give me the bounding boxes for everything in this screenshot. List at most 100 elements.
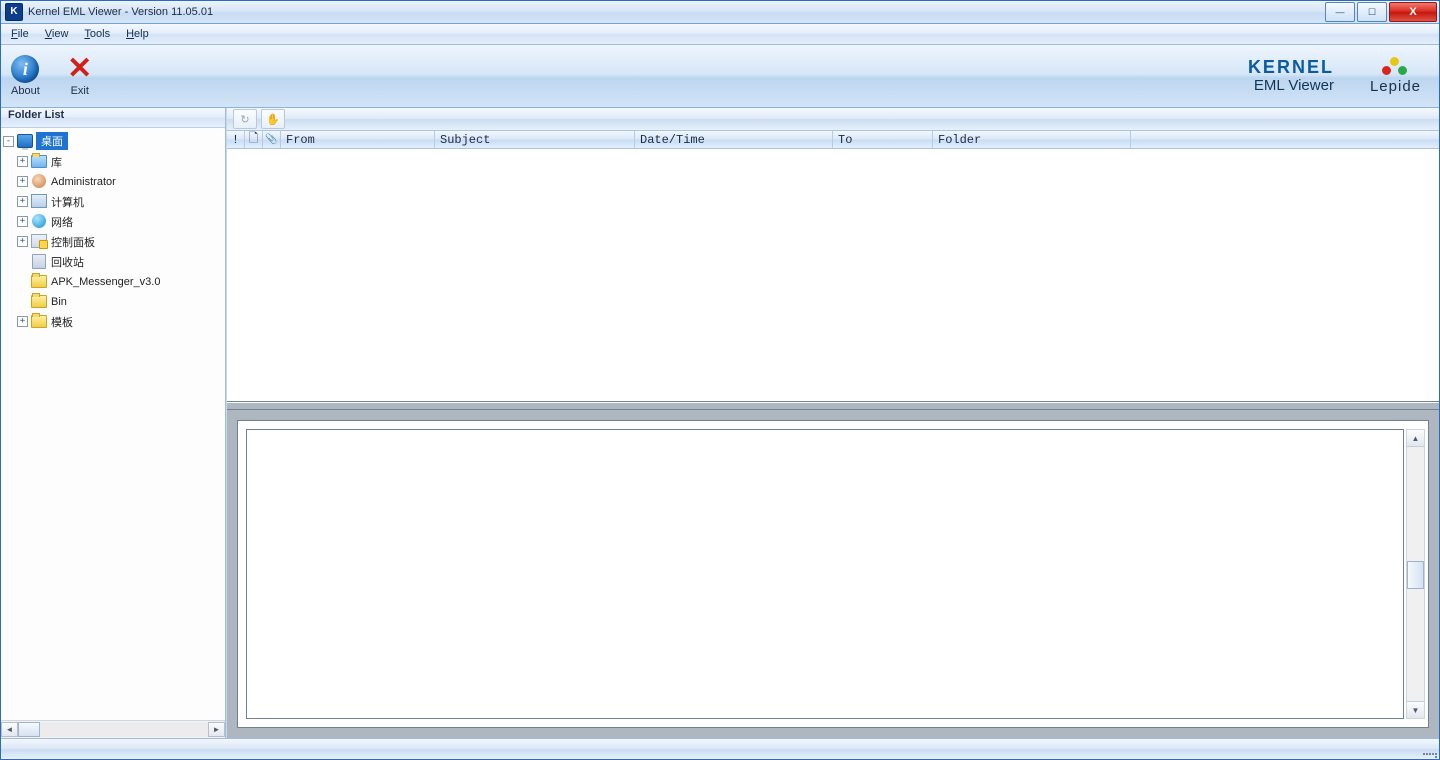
tree-item-label[interactable]: Bin xyxy=(50,295,70,308)
folder-tree[interactable]: - 桌面 + 库 + xyxy=(1,128,225,720)
tree-item: + 计算机 xyxy=(17,191,223,211)
app-window: K Kernel EML Viewer - Version 11.05.01 —… xyxy=(0,0,1440,760)
computer-icon xyxy=(31,193,47,209)
scroll-thumb[interactable] xyxy=(1407,561,1424,589)
folder-icon xyxy=(31,273,47,289)
tree-item: + 网络 xyxy=(17,211,223,231)
window-title: Kernel EML Viewer - Version 11.05.01 xyxy=(28,6,1325,18)
right-pane: ↻ ✋ ! 🗋 📎 From Subject Date/Time To Fold… xyxy=(226,108,1439,738)
minimize-button[interactable]: — xyxy=(1325,2,1355,22)
tree-item-label[interactable]: 库 xyxy=(50,153,65,170)
col-attachment[interactable]: 📎 xyxy=(263,131,281,148)
tree-item: + 库 xyxy=(17,151,223,171)
folder-icon xyxy=(31,293,47,309)
expander-icon[interactable]: + xyxy=(17,176,28,187)
menu-view[interactable]: View xyxy=(39,26,75,42)
expander-icon[interactable]: + xyxy=(17,196,28,207)
preview-pane: ▲ ▼ xyxy=(227,410,1439,738)
desktop-icon xyxy=(17,133,33,149)
brand-kernel-line2: EML Viewer xyxy=(1254,78,1334,95)
tree-item-label[interactable]: 模板 xyxy=(50,313,76,330)
page-icon: 🗋 xyxy=(249,129,259,150)
tree-item: + Bin xyxy=(17,291,223,311)
brand-kernel-line1: KERNEL xyxy=(1248,58,1334,78)
expander-icon: + xyxy=(17,276,28,287)
expander-icon[interactable]: + xyxy=(17,236,28,247)
tree-item: + 模板 xyxy=(17,311,223,331)
scroll-down-icon[interactable]: ▼ xyxy=(1407,701,1424,718)
sidebar-title: Folder List xyxy=(1,108,225,128)
about-button[interactable]: i About xyxy=(11,55,40,97)
info-icon: i xyxy=(11,55,39,83)
app-icon: K xyxy=(5,3,23,21)
tree-item: + APK_Messenger_v3.0 xyxy=(17,271,223,291)
brand-area: KERNEL EML Viewer Lepide xyxy=(1248,57,1429,95)
sidebar: Folder List - 桌面 + 库 xyxy=(1,108,226,738)
folder-icon xyxy=(31,153,47,169)
scroll-track[interactable] xyxy=(1407,447,1424,701)
expander-icon: + xyxy=(17,296,28,307)
menu-file[interactable]: File xyxy=(5,26,35,42)
tree-item: + 控制面板 xyxy=(17,231,223,251)
tree-item-label[interactable]: 回收站 xyxy=(50,253,87,270)
brand-lepide: Lepide xyxy=(1370,57,1421,95)
preview-vscrollbar[interactable]: ▲ ▼ xyxy=(1406,429,1425,719)
tree-item-label[interactable]: 计算机 xyxy=(50,193,87,210)
menu-tools[interactable]: Tools xyxy=(78,26,116,42)
col-page[interactable]: 🗋 xyxy=(245,131,263,148)
expander-icon[interactable]: + xyxy=(17,216,28,227)
status-bar xyxy=(1,738,1439,759)
scroll-up-icon[interactable]: ▲ xyxy=(1407,430,1424,447)
tree-item-label[interactable]: APK_Messenger_v3.0 xyxy=(50,275,163,288)
scroll-right-icon[interactable]: ► xyxy=(208,722,225,737)
tree-root: - 桌面 + 库 + xyxy=(3,131,223,331)
main-toolbar: i About ✕ Exit KERNEL EML Viewer Lepide xyxy=(1,45,1439,108)
col-folder[interactable]: Folder xyxy=(933,131,1131,148)
network-icon xyxy=(31,213,47,229)
window-buttons: — ☐ X xyxy=(1325,2,1437,22)
about-label: About xyxy=(11,85,40,97)
close-button[interactable]: X xyxy=(1389,2,1437,22)
tree-item: + 回收站 xyxy=(17,251,223,271)
content-area: Folder List - 桌面 + 库 xyxy=(1,108,1439,738)
expander-icon[interactable]: - xyxy=(3,136,14,147)
close-icon: ✕ xyxy=(66,55,94,83)
title-bar[interactable]: K Kernel EML Viewer - Version 11.05.01 —… xyxy=(1,1,1439,24)
col-subject[interactable]: Subject xyxy=(435,131,635,148)
column-header: ! 🗋 📎 From Subject Date/Time To Folder xyxy=(227,131,1439,149)
menu-bar: File View Tools Help xyxy=(1,24,1439,45)
tree-root-label[interactable]: 桌面 xyxy=(36,132,68,150)
attachment-icon: 📎 xyxy=(265,134,277,146)
tree-item-label[interactable]: 网络 xyxy=(50,213,76,230)
horizontal-splitter[interactable] xyxy=(227,402,1439,410)
expander-icon[interactable]: + xyxy=(17,156,28,167)
tree-item-label[interactable]: Administrator xyxy=(50,175,119,188)
resize-grip-icon[interactable] xyxy=(1423,744,1437,758)
preview-frame: ▲ ▼ xyxy=(237,420,1429,728)
scroll-track[interactable] xyxy=(18,722,208,737)
maximize-button[interactable]: ☐ xyxy=(1357,2,1387,22)
col-from[interactable]: From xyxy=(281,131,435,148)
folder-icon xyxy=(31,313,47,329)
message-list[interactable] xyxy=(227,149,1439,402)
scroll-thumb[interactable] xyxy=(18,722,40,737)
expander-icon[interactable]: + xyxy=(17,316,28,327)
refresh-button[interactable]: ↻ xyxy=(233,109,257,129)
tree-item-label[interactable]: 控制面板 xyxy=(50,233,98,250)
scroll-left-icon[interactable]: ◄ xyxy=(1,722,18,737)
menu-help[interactable]: Help xyxy=(120,26,155,42)
brand-kernel: KERNEL EML Viewer xyxy=(1248,58,1334,94)
stop-button[interactable]: ✋ xyxy=(261,109,285,129)
exit-button[interactable]: ✕ Exit xyxy=(66,55,94,97)
brand-lepide-text: Lepide xyxy=(1370,78,1421,95)
col-flag[interactable]: ! xyxy=(227,131,245,148)
col-to[interactable]: To xyxy=(833,131,933,148)
tree-item: + Administrator xyxy=(17,171,223,191)
exit-label: Exit xyxy=(71,85,89,97)
preview-content[interactable] xyxy=(246,429,1404,719)
sidebar-hscrollbar[interactable]: ◄ ► xyxy=(1,720,225,738)
col-datetime[interactable]: Date/Time xyxy=(635,131,833,148)
trash-icon xyxy=(31,253,47,269)
exclaim-icon: ! xyxy=(232,133,239,147)
message-toolbar: ↻ ✋ xyxy=(227,108,1439,131)
